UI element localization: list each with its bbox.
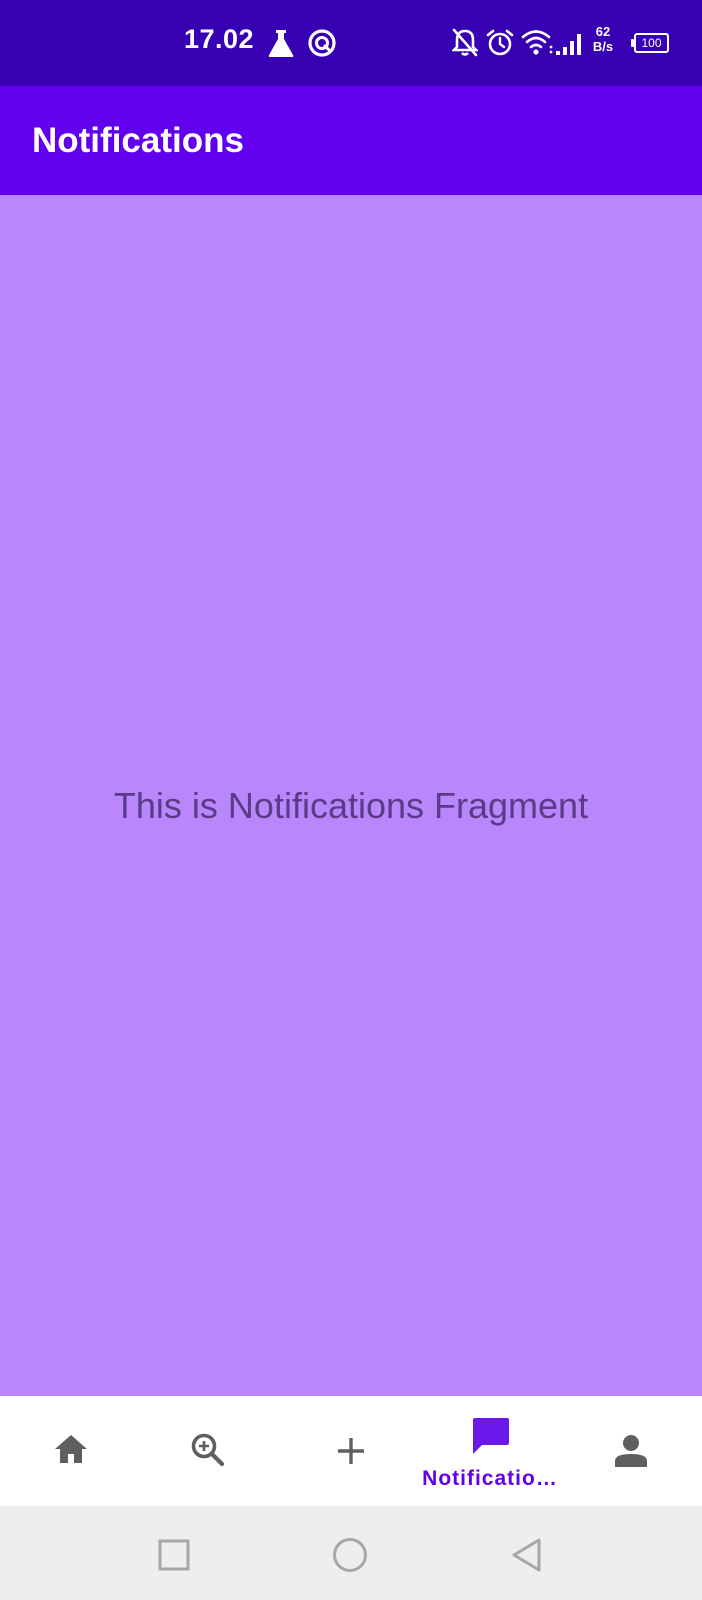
battery-level: 100 (634, 33, 669, 53)
alarm-icon (486, 29, 514, 56)
bell-off-icon (452, 28, 478, 57)
network-speed-value: 62 (595, 24, 611, 39)
nav-item-home[interactable] (0, 1396, 140, 1506)
app-bar: Notifications (0, 86, 702, 195)
chat-bubble-icon (473, 1418, 509, 1454)
zoom-in-icon (191, 1433, 225, 1467)
notifications-fragment: This is Notifications Fragment (0, 195, 702, 1396)
phone-screen: 17.02 62 B/s 100 Notifications This is N… (0, 0, 702, 1600)
battery-icon: 100 (631, 33, 669, 53)
home-circle-icon[interactable] (332, 1537, 368, 1573)
network-speed: 62 B/s (590, 24, 616, 54)
system-navigation-bar (0, 1506, 702, 1600)
recents-square-icon[interactable] (158, 1539, 190, 1571)
nav-item-notifications[interactable]: Notificatio… (420, 1396, 560, 1506)
lab-flask-icon (268, 30, 294, 57)
wifi-icon (521, 30, 553, 55)
home-icon (55, 1435, 87, 1463)
nav-item-profile[interactable] (560, 1396, 700, 1506)
page-title: Notifications (32, 121, 244, 160)
add-icon (338, 1438, 364, 1464)
nav-item-search[interactable] (140, 1396, 280, 1506)
sync-icon (308, 29, 336, 57)
status-bar: 17.02 62 B/s 100 (0, 0, 702, 86)
back-triangle-icon[interactable] (510, 1537, 542, 1573)
nav-item-add[interactable] (280, 1396, 420, 1506)
fragment-message: This is Notifications Fragment (113, 785, 589, 826)
signal-icon (556, 34, 581, 55)
nav-label-notifications: Notificatio… (422, 1467, 558, 1490)
person-icon (615, 1435, 647, 1467)
bottom-navigation: Notificatio… (0, 1396, 702, 1506)
network-speed-unit: B/s (592, 39, 614, 54)
status-time: 17.02 (184, 24, 255, 54)
